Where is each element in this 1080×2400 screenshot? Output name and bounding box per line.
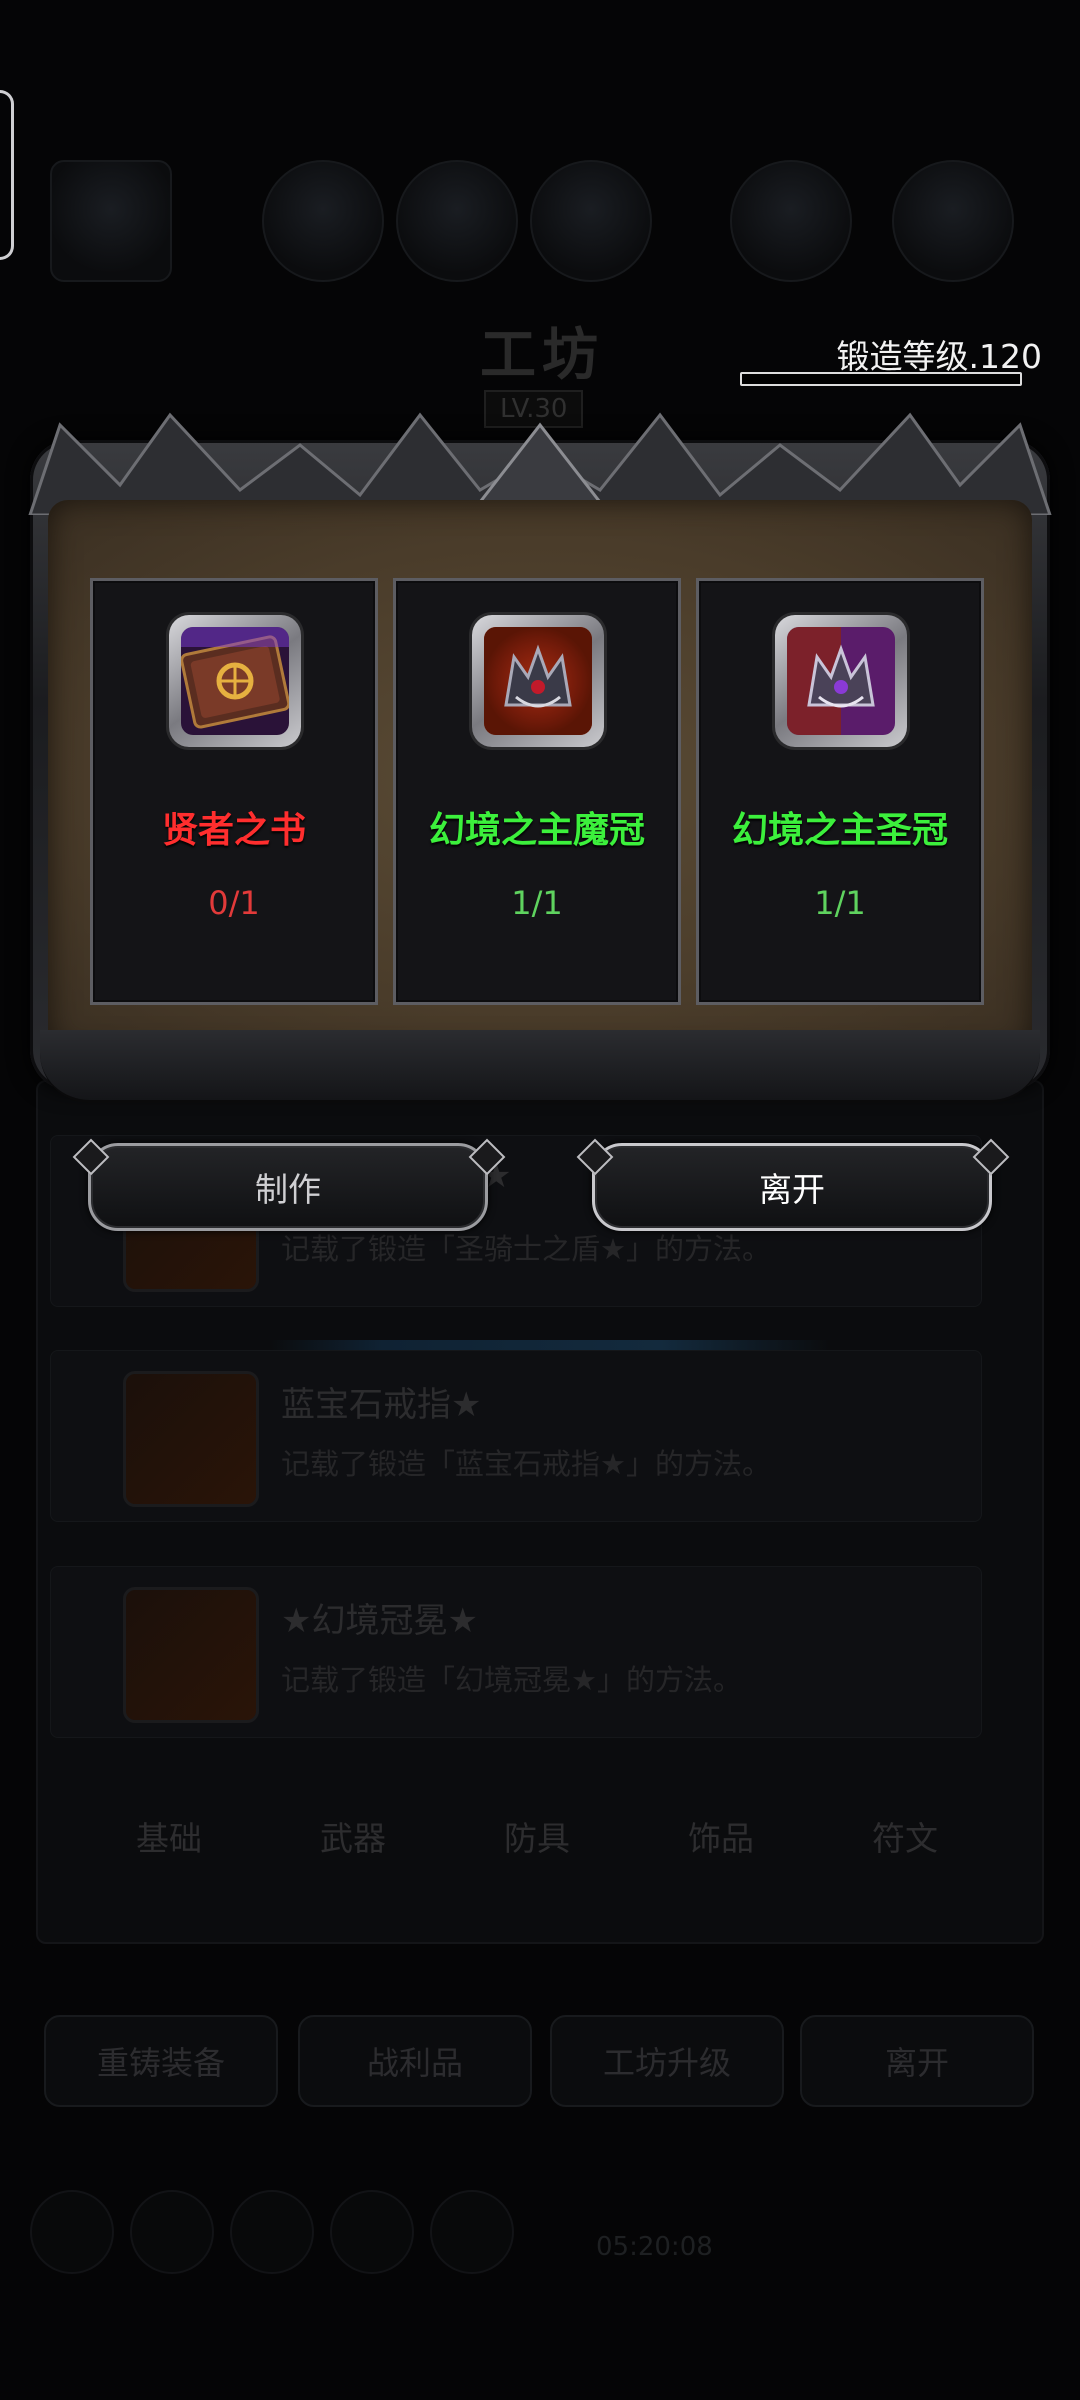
- ring-icon: [123, 1371, 259, 1507]
- menu-circle-icon[interactable]: [730, 160, 852, 282]
- bottom-menu-icon[interactable]: [130, 2190, 214, 2274]
- menu-circle-icon[interactable]: [892, 160, 1014, 282]
- material-count: 0/1: [208, 884, 260, 922]
- dark-crown-icon: [484, 627, 592, 735]
- workshop-upgrade-button[interactable]: 工坊升级: [550, 2015, 784, 2107]
- make-button[interactable]: 制作: [88, 1143, 488, 1231]
- list-item[interactable]: ★幻境冠冕★ 记载了锻造「幻境冠冕★」的方法。: [50, 1566, 982, 1738]
- category-tabs: 基础 武器 防具 饰品 符文: [86, 1812, 986, 1872]
- forge-level-label: 锻造等级.120: [836, 337, 1042, 376]
- menu-circle-icon[interactable]: [530, 160, 652, 282]
- portrait-icon[interactable]: [50, 160, 172, 282]
- loot-button[interactable]: 战利品: [298, 2015, 532, 2107]
- material-count: 1/1: [511, 884, 563, 922]
- leave-button[interactable]: 离开: [592, 1143, 992, 1231]
- material-card[interactable]: 幻境之主魔冠 1/1: [393, 578, 681, 1005]
- workshop-title: 工坊: [480, 323, 604, 388]
- leave-button-label: 离开: [759, 1170, 825, 1209]
- menu-circle-icon[interactable]: [396, 160, 518, 282]
- material-card[interactable]: 贤者之书 0/1: [90, 578, 378, 1005]
- side-tab-handle[interactable]: [0, 90, 14, 260]
- bg-leave-button[interactable]: 离开: [800, 2015, 1034, 2107]
- tab-weapon[interactable]: 武器: [320, 1812, 386, 1860]
- dialog-frame-bottom: [40, 1030, 1040, 1103]
- bottom-menu-icon[interactable]: [30, 2190, 114, 2274]
- material-count: 1/1: [814, 884, 866, 922]
- bottom-menu-icon[interactable]: [330, 2190, 414, 2274]
- make-button-label: 制作: [255, 1170, 321, 1209]
- list-item[interactable]: 蓝宝石戒指★ 记载了锻造「蓝宝石戒指★」的方法。: [50, 1350, 982, 1522]
- tab-accessory[interactable]: 饰品: [688, 1812, 754, 1860]
- bottom-menu-icon[interactable]: [230, 2190, 314, 2274]
- material-name: 贤者之书: [161, 810, 306, 851]
- holy-crown-icon: [787, 627, 895, 735]
- tab-rune[interactable]: 符文: [872, 1812, 938, 1860]
- crown-icon: [123, 1587, 259, 1723]
- material-name: 幻境之主魔冠: [428, 810, 645, 851]
- tab-basic[interactable]: 基础: [136, 1812, 202, 1860]
- material-card[interactable]: 幻境之主圣冠 1/1: [696, 578, 984, 1005]
- forge-level-bar: [740, 372, 1022, 386]
- menu-circle-icon[interactable]: [262, 160, 384, 282]
- reforge-button[interactable]: 重铸装备: [44, 2015, 278, 2107]
- book-icon: [181, 627, 289, 735]
- bottom-menu-icon[interactable]: [430, 2190, 514, 2274]
- tab-armor[interactable]: 防具: [504, 1812, 570, 1860]
- material-name: 幻境之主圣冠: [731, 810, 948, 851]
- frame-ornament: [28, 412, 1052, 515]
- timer-text: 05:20:08: [596, 2232, 713, 2262]
